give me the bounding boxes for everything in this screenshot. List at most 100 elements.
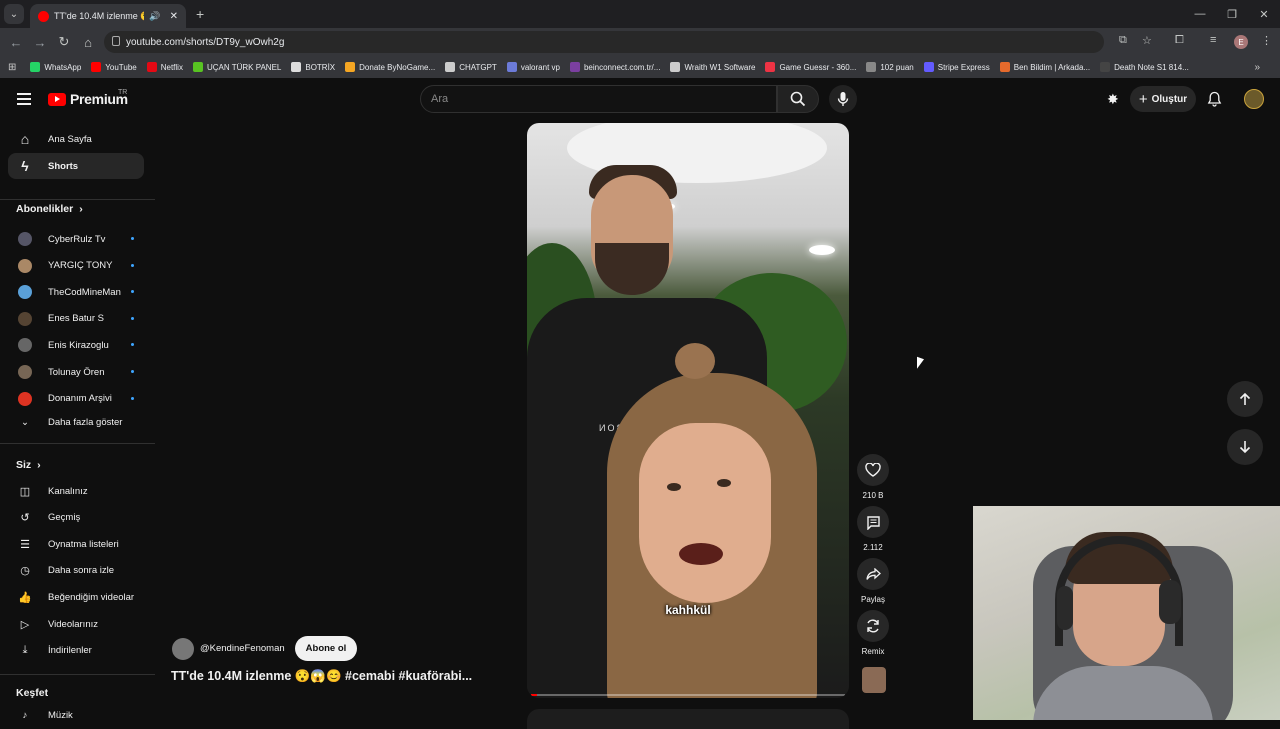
- sidebar-you-item[interactable]: ◷ Daha sonra izle: [8, 558, 144, 584]
- bookmark-item[interactable]: Netflix: [146, 62, 183, 72]
- media-control-icon[interactable]: ≡: [1210, 34, 1216, 46]
- headset-earcup: [1057, 586, 1073, 630]
- video-progress-bar[interactable]: [531, 694, 845, 696]
- sidebar-channel-item[interactable]: Enis Kirazoglu: [8, 332, 144, 358]
- bookmark-item[interactable]: Donate ByNoGame...: [345, 62, 435, 72]
- install-app-icon[interactable]: ⧉: [1119, 34, 1127, 47]
- sidebar-item-home[interactable]: ⌂ Ana Sayfa: [8, 126, 144, 152]
- tab-title: TT'de 10.4M izlenme 😯😱: [54, 10, 144, 21]
- gemini-sparkle-icon[interactable]: ✸: [1107, 91, 1119, 108]
- your-channel-icon: ◫: [19, 485, 31, 498]
- create-button[interactable]: + Oluştur: [1130, 86, 1196, 112]
- bookmarks-bar: ⊞ WhatsApp YouTube Netflix UÇAN TÜRK PANEL B…: [0, 56, 1280, 78]
- profile-avatar[interactable]: E: [1234, 35, 1248, 49]
- bookmark-item[interactable]: Death Note S1 814...: [1100, 62, 1189, 72]
- channel-name[interactable]: @KendineFenoman: [200, 643, 285, 654]
- sidebar-item-music[interactable]: ♪ Müzik: [8, 702, 144, 728]
- sidebar-you-item[interactable]: ⤓ İndirilenler: [8, 638, 144, 664]
- audio-icon[interactable]: 🔊: [149, 11, 160, 22]
- plus-icon: +: [1138, 90, 1148, 108]
- forward-button[interactable]: →: [28, 35, 52, 50]
- subscriptions-heading[interactable]: Abonelikler ›: [16, 203, 83, 215]
- microphone-icon: [837, 92, 849, 106]
- short-title[interactable]: TT'de 10.4M izlenme 😯😱😊 #cemabi #kuaföra…: [171, 669, 472, 684]
- sidebar-you-item[interactable]: 👍 Beğendiğim videolar: [8, 584, 144, 610]
- menu-icon[interactable]: [17, 93, 31, 108]
- video-caption: kahhkül: [665, 603, 711, 617]
- bookmark-item[interactable]: beinconnect.com.tr/...: [569, 62, 660, 72]
- bookmark-item[interactable]: Wraith W1 Software: [670, 62, 755, 72]
- sidebar-you-item[interactable]: ◫ Kanalınız: [8, 478, 144, 504]
- bookmark-item[interactable]: BOTRİX: [291, 62, 335, 72]
- youtube-premium-logo[interactable]: Premium TR: [48, 89, 128, 107]
- search-button[interactable]: [777, 85, 819, 113]
- sidebar-item-shorts[interactable]: ϟ Shorts: [8, 153, 144, 179]
- site-info-icon[interactable]: [112, 36, 120, 46]
- sidebar-you-item[interactable]: ▷ Videolarınız: [8, 611, 144, 637]
- headset-earcup: [1159, 580, 1181, 624]
- bookmark-item[interactable]: 102 puan: [866, 62, 914, 72]
- bookmark-item[interactable]: CHATGPT: [445, 62, 497, 72]
- liked-videos-icon: 👍: [18, 591, 32, 604]
- sidebar-channel-item[interactable]: Tolunay Ören: [8, 359, 144, 385]
- channel-avatar[interactable]: [172, 637, 194, 660]
- reload-button[interactable]: ↻: [52, 34, 76, 50]
- back-button[interactable]: ←: [4, 35, 28, 50]
- browser-tab-active[interactable]: TT'de 10.4M izlenme 😯😱 🔊 ✕: [30, 4, 186, 28]
- next-short-preview[interactable]: [527, 709, 849, 729]
- next-short-button[interactable]: [1227, 429, 1263, 465]
- youtube-favicon-icon: [38, 10, 49, 22]
- close-window-button[interactable]: ✕: [1248, 0, 1280, 28]
- share-button[interactable]: [857, 558, 889, 590]
- sidebar-channel-item[interactable]: CyberRulz Tv: [8, 226, 144, 252]
- browser-menu-icon[interactable]: ⋮: [1261, 34, 1272, 47]
- you-heading[interactable]: Siz ›: [16, 459, 41, 471]
- apps-grid-icon[interactable]: ⊞: [8, 62, 16, 73]
- comments-button[interactable]: [857, 506, 889, 538]
- like-button[interactable]: [857, 454, 889, 486]
- voice-search-button[interactable]: [829, 85, 857, 113]
- video-girl-bun: [675, 343, 715, 379]
- more-bookmarks-icon[interactable]: »: [1254, 62, 1260, 73]
- tab-search-button[interactable]: ⌄: [4, 4, 24, 24]
- bookmark-item[interactable]: UÇAN TÜRK PANEL: [192, 62, 281, 72]
- search-icon: [790, 91, 806, 107]
- sidebar-channel-item[interactable]: TheCodMineMan: [8, 279, 144, 305]
- bookmark-star-icon[interactable]: ☆: [1142, 34, 1152, 47]
- minimize-button[interactable]: —: [1184, 0, 1216, 28]
- bookmark-item[interactable]: YouTube: [91, 62, 137, 72]
- bookmark-item[interactable]: Ben Bildim | Arkada...: [999, 62, 1090, 72]
- audio-source-thumbnail[interactable]: [862, 667, 886, 693]
- sidebar-divider: [0, 199, 155, 200]
- sidebar-you-item[interactable]: ☰ Oynatma listeleri: [8, 531, 144, 557]
- bookmark-item[interactable]: WhatsApp: [30, 62, 81, 72]
- bookmark-favicon-icon: [765, 62, 776, 72]
- bookmark-favicon-icon: [569, 62, 580, 72]
- bookmark-item[interactable]: Stripe Express: [923, 62, 990, 72]
- sidebar-channel-item[interactable]: Donanım Arşivi: [8, 386, 144, 412]
- short-video-player[interactable]: TONE BON kahhkül: [527, 123, 849, 698]
- home-button[interactable]: ⌂: [76, 35, 100, 50]
- sidebar-channel-item[interactable]: Enes Batur S: [8, 306, 144, 332]
- account-avatar[interactable]: [1244, 89, 1264, 109]
- extensions-icon[interactable]: ⧠: [1175, 34, 1184, 47]
- notifications-bell-icon[interactable]: [1207, 91, 1222, 112]
- new-tab-button[interactable]: +: [196, 6, 204, 22]
- bookmark-favicon-icon: [291, 62, 302, 72]
- sidebar-divider: [0, 443, 155, 444]
- tab-close-icon[interactable]: ✕: [170, 11, 178, 22]
- url-text: youtube.com/shorts/DT9y_wOwh2g: [126, 36, 285, 48]
- search-input[interactable]: Ara: [420, 85, 777, 113]
- bookmark-item[interactable]: valorant vp: [506, 62, 560, 72]
- sidebar-you-item[interactable]: ↺ Geçmiş: [8, 505, 144, 531]
- previous-short-button[interactable]: [1227, 381, 1263, 417]
- address-bar[interactable]: youtube.com/shorts/DT9y_wOwh2g: [104, 31, 1104, 53]
- subscribe-button[interactable]: Abone ol: [294, 636, 358, 661]
- sidebar-channel-item[interactable]: YARGIÇ TONY: [8, 253, 144, 279]
- chevron-right-icon: ›: [37, 459, 41, 471]
- show-more-button[interactable]: ⌄ Daha fazla göster: [8, 409, 144, 435]
- restore-button[interactable]: ❐: [1216, 0, 1248, 28]
- channel-avatar: [18, 391, 32, 406]
- bookmark-item[interactable]: Game Guessr - 360...: [765, 62, 856, 72]
- remix-button[interactable]: [857, 610, 889, 642]
